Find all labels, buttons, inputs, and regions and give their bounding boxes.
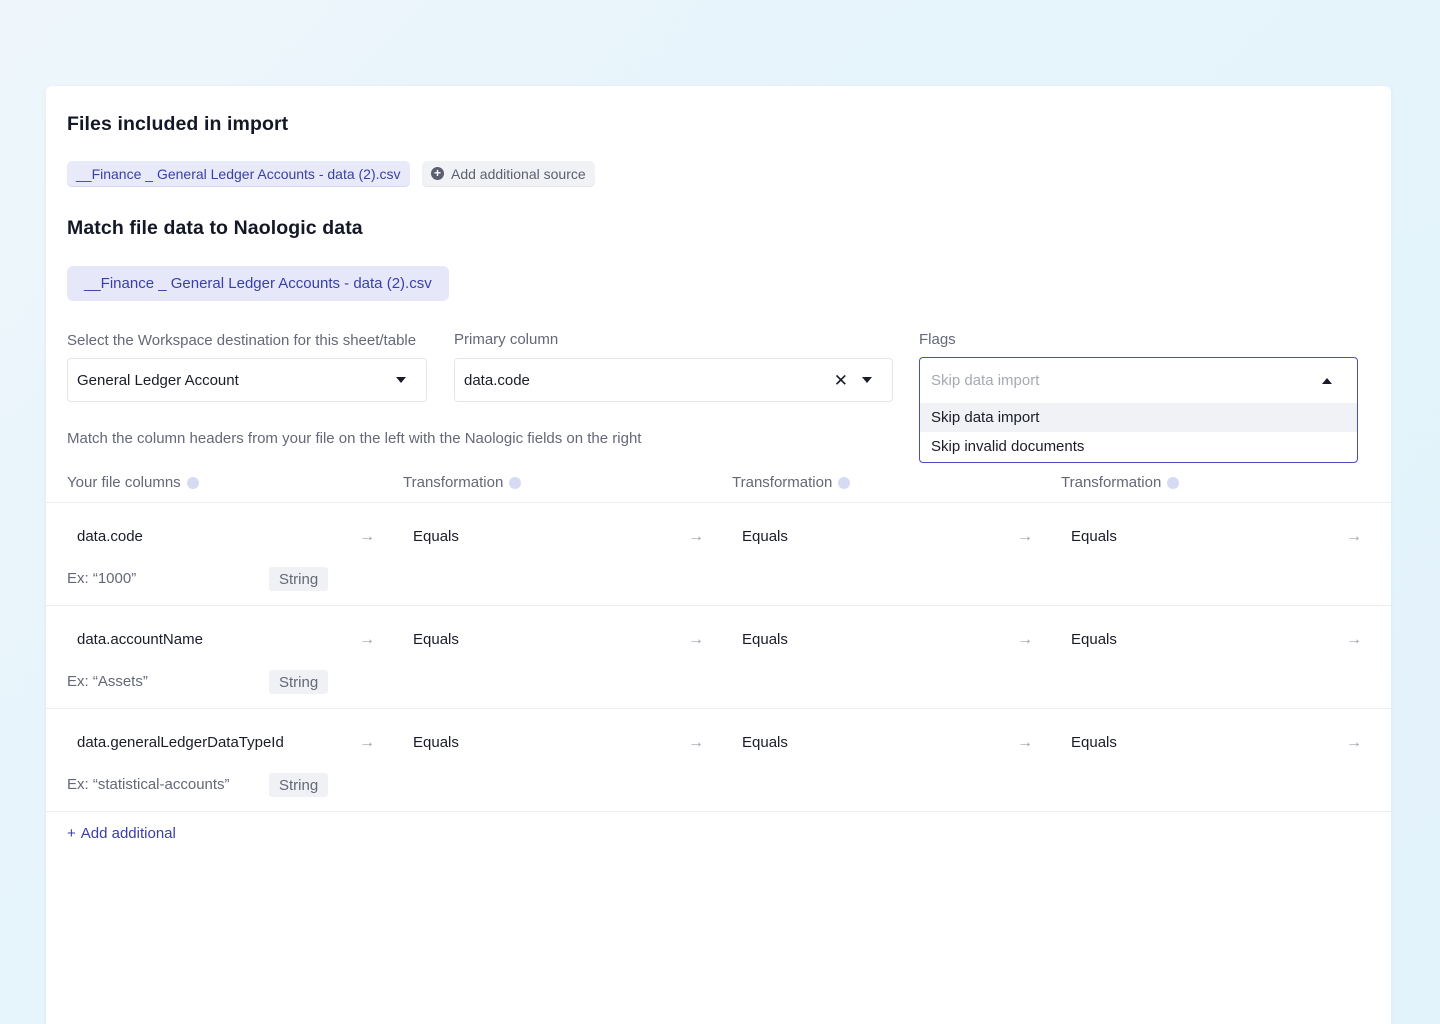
arrow-right-icon: → <box>688 528 704 545</box>
transformation-select[interactable]: Equals <box>413 528 459 545</box>
arrow-right-icon: → <box>688 631 704 648</box>
type-badge: String <box>269 567 329 591</box>
header-transformation: Transformation <box>403 474 522 491</box>
files-section-title: Files included in import <box>67 113 289 135</box>
transformation-select[interactable]: Equals <box>742 528 788 545</box>
transformation-select[interactable]: Equals <box>742 734 788 751</box>
divider <box>46 708 1391 709</box>
arrow-right-icon: → <box>359 631 375 648</box>
caret-up-icon <box>1322 377 1332 384</box>
arrow-right-icon: → <box>359 734 375 751</box>
divider <box>46 502 1391 503</box>
flags-select[interactable]: Skip data import Skip data import Skip i… <box>919 357 1358 463</box>
add-additional-link[interactable]: + Add additional <box>67 825 176 842</box>
arrow-right-icon: → <box>1346 528 1362 545</box>
destination-select[interactable]: General Ledger Account <box>67 358 427 402</box>
header-file-columns: Your file columns <box>67 474 199 491</box>
header-file-columns-label: Your file columns <box>67 474 181 491</box>
flags-option-skip-invalid-documents[interactable]: Skip invalid documents <box>920 432 1357 461</box>
info-icon[interactable] <box>186 476 199 489</box>
arrow-right-icon: → <box>1017 734 1033 751</box>
arrow-right-icon: → <box>359 528 375 545</box>
caret-down-icon <box>862 377 872 383</box>
arrow-right-icon: → <box>688 734 704 751</box>
add-source-button[interactable]: + Add additional source <box>422 161 595 186</box>
add-source-label: Add additional source <box>451 165 586 182</box>
header-transformation-label: Transformation <box>403 474 504 491</box>
type-badge: String <box>269 670 329 694</box>
arrow-right-icon: → <box>1017 631 1033 648</box>
flags-label: Flags <box>919 331 956 348</box>
arrow-right-icon: → <box>1017 528 1033 545</box>
type-badge: String <box>269 773 329 797</box>
add-additional-label: Add additional <box>80 825 176 842</box>
row-example: Ex: “statistical-accounts” <box>67 776 230 793</box>
plus-icon: + <box>67 825 76 842</box>
plus-circle-icon: + <box>431 167 444 180</box>
transformation-select[interactable]: Equals <box>742 631 788 648</box>
flags-placeholder: Skip data import <box>931 372 1040 389</box>
header-transformation-label: Transformation <box>1061 474 1162 491</box>
info-icon[interactable] <box>509 476 522 489</box>
arrow-right-icon: → <box>1346 631 1362 648</box>
destination-label: Select the Workspace destination for thi… <box>67 332 417 349</box>
header-transformation: Transformation <box>732 474 851 491</box>
info-icon[interactable] <box>1167 476 1180 489</box>
arrow-right-icon: → <box>1346 734 1362 751</box>
transformation-select[interactable]: Equals <box>1071 528 1117 545</box>
clear-icon[interactable]: ✕ <box>834 372 848 389</box>
row-example: Ex: “Assets” <box>67 673 148 690</box>
file-chip[interactable]: __Finance _ General Ledger Accounts - da… <box>67 161 410 186</box>
match-section-title: Match file data to Naologic data <box>67 217 363 239</box>
row-field-name: data.accountName <box>77 631 203 648</box>
flags-option-skip-data-import[interactable]: Skip data import <box>920 403 1357 432</box>
transformation-select[interactable]: Equals <box>413 631 459 648</box>
active-file-tab[interactable]: __Finance _ General Ledger Accounts - da… <box>67 266 449 301</box>
row-field-name: data.code <box>77 528 143 545</box>
divider <box>46 605 1391 606</box>
header-transformation: Transformation <box>1061 474 1180 491</box>
transformation-select[interactable]: Equals <box>413 734 459 751</box>
transformation-select[interactable]: Equals <box>1071 734 1117 751</box>
flags-select-head[interactable]: Skip data import <box>920 358 1357 403</box>
divider <box>46 811 1391 812</box>
import-card: Files included in import __Finance _ Gen… <box>46 86 1391 1024</box>
header-transformation-label: Transformation <box>732 474 833 491</box>
caret-down-icon <box>396 377 406 383</box>
primary-column-value: data.code <box>464 371 530 389</box>
row-example: Ex: “1000” <box>67 570 137 587</box>
primary-column-label: Primary column <box>454 331 559 348</box>
primary-column-select[interactable]: data.code ✕ <box>454 358 893 402</box>
info-icon[interactable] <box>838 476 851 489</box>
transformation-select[interactable]: Equals <box>1071 631 1117 648</box>
row-field-name: data.generalLedgerDataTypeId <box>77 734 284 751</box>
mapping-hint: Match the column headers from your file … <box>67 430 642 447</box>
destination-value: General Ledger Account <box>77 371 239 389</box>
